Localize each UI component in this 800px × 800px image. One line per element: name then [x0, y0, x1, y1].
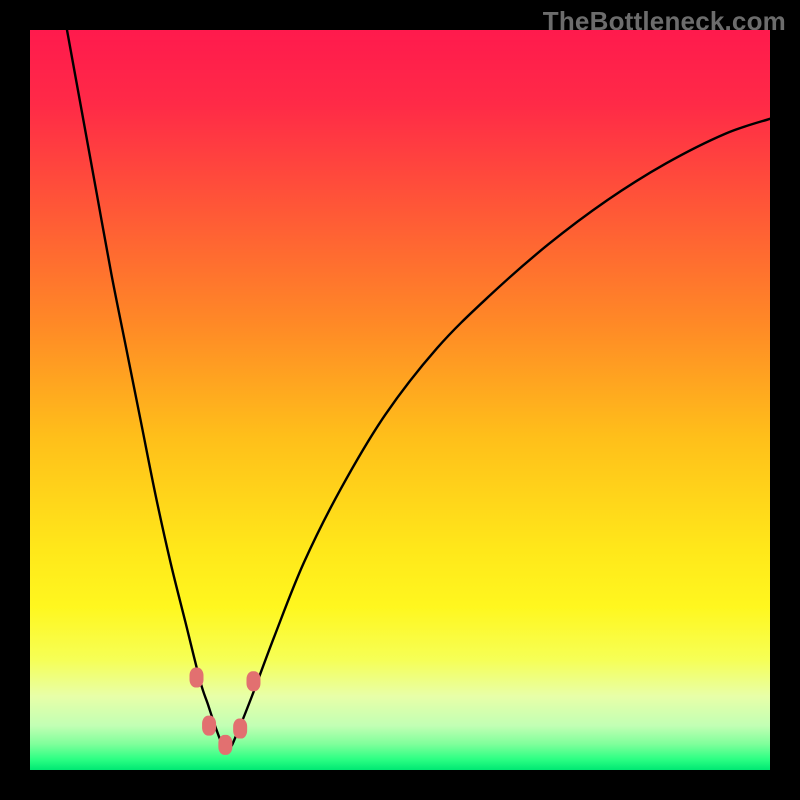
plot-area	[30, 30, 770, 770]
marker-dot	[233, 719, 247, 739]
marker-dot	[202, 716, 216, 736]
marker-dot	[190, 668, 204, 688]
bottleneck-chart	[30, 30, 770, 770]
marker-dot	[218, 735, 232, 755]
gradient-background	[30, 30, 770, 770]
marker-dot	[246, 671, 260, 691]
chart-frame: TheBottleneck.com	[0, 0, 800, 800]
